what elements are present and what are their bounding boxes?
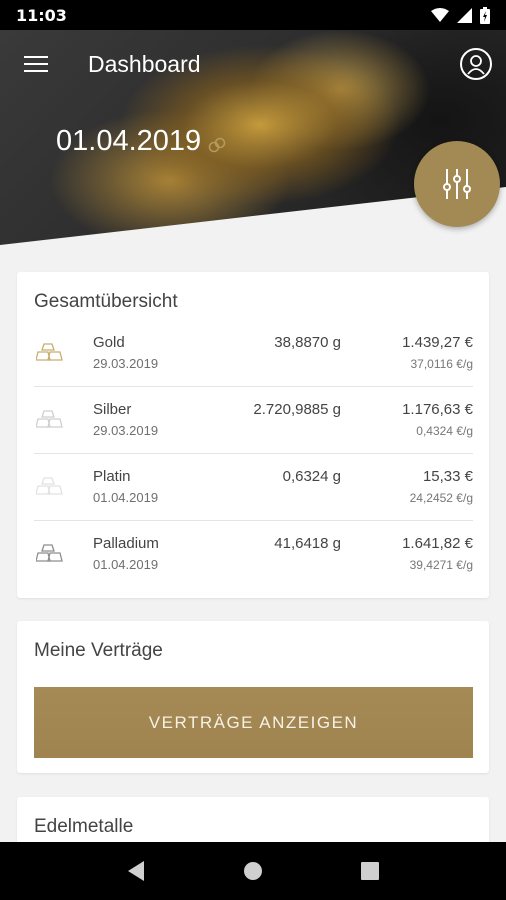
status-time: 11:03 <box>16 5 67 25</box>
status-icons <box>431 6 490 24</box>
recents-icon <box>360 862 379 880</box>
metal-date: 01.04.2019 <box>93 557 159 572</box>
home-icon <box>243 862 262 880</box>
metal-value: 1.176,63 € <box>402 401 473 418</box>
metal-row-gold[interactable]: Gold 29.03.2019 38,8870 g 1.439,27 € 37,… <box>34 320 473 387</box>
show-contracts-button[interactable]: VERTRÄGE ANZEIGEN <box>34 687 473 758</box>
sliders-icon <box>443 169 471 199</box>
app-toolbar: Dashboard <box>0 30 506 98</box>
dashboard-date: 01.04.2019 <box>56 125 227 158</box>
palladium-bars-icon <box>36 544 63 562</box>
recents-button[interactable] <box>350 851 390 891</box>
back-button[interactable] <box>116 851 156 891</box>
link-icon <box>208 137 226 152</box>
metal-value: 1.439,27 € <box>402 334 473 351</box>
metal-rate: 37,0116 €/g <box>410 357 473 371</box>
metal-weight: 2.720,9885 g <box>253 401 341 418</box>
menu-icon[interactable] <box>24 49 54 79</box>
wifi-icon <box>431 8 449 22</box>
status-bar: 11:03 <box>0 0 506 30</box>
metal-date: 01.04.2019 <box>93 490 159 505</box>
metal-name: Silber <box>93 401 132 418</box>
metal-row-silber[interactable]: Silber 29.03.2019 2.720,9885 g 1.176,63 … <box>34 387 473 454</box>
home-button[interactable] <box>233 851 273 891</box>
metal-name: Platin <box>93 468 131 485</box>
metal-name: Gold <box>93 334 125 351</box>
filter-sliders-button[interactable] <box>414 141 500 227</box>
metal-value: 15,33 € <box>422 468 473 485</box>
metal-rate: 24,2452 €/g <box>409 491 473 505</box>
page-title: Dashboard <box>88 50 201 77</box>
metals-title: Edelmetalle <box>34 816 134 837</box>
metal-weight: 0,6324 g <box>282 468 341 485</box>
silver-bars-icon <box>36 410 63 428</box>
overview-title: Gesamtübersicht <box>34 291 178 312</box>
metal-value: 1.641,82 € <box>402 535 473 552</box>
date-text: 01.04.2019 <box>56 125 202 157</box>
battery-icon <box>480 6 490 24</box>
profile-icon[interactable] <box>460 48 492 80</box>
back-icon <box>128 861 145 881</box>
metal-date: 29.03.2019 <box>93 356 159 371</box>
gold-bars-icon <box>36 343 63 361</box>
system-nav-bar <box>0 842 506 900</box>
metal-name: Palladium <box>93 535 159 552</box>
signal-icon <box>457 7 472 23</box>
contracts-title: Meine Verträge <box>34 640 163 661</box>
metal-date: 29.03.2019 <box>93 423 159 438</box>
platinum-bars-icon <box>36 477 63 495</box>
metal-row-platin[interactable]: Platin 01.04.2019 0,6324 g 15,33 € 24,24… <box>34 454 473 521</box>
metal-rate: 0,4324 €/g <box>416 424 473 438</box>
overview-card: Gesamtübersicht Gold 29.03.2019 38,8870 … <box>17 272 489 598</box>
contracts-card: Meine Verträge VERTRÄGE ANZEIGEN <box>17 621 489 773</box>
metal-weight: 41,6418 g <box>274 535 341 552</box>
metal-weight: 38,8870 g <box>274 334 341 351</box>
metal-row-palladium[interactable]: Palladium 01.04.2019 41,6418 g 1.641,82 … <box>34 521 473 588</box>
metal-rate: 39,4271 €/g <box>409 558 473 572</box>
